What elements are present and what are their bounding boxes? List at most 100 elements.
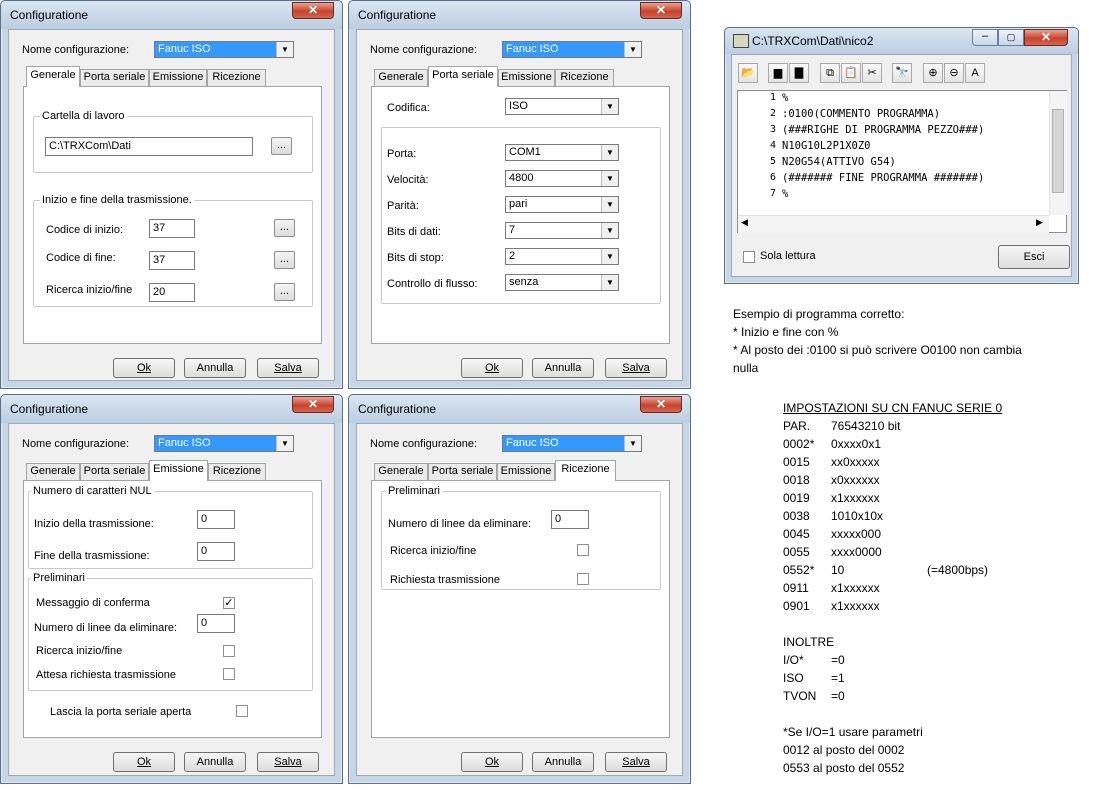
ok-button[interactable]: Ok: [461, 358, 523, 378]
chevron-down-icon[interactable]: ▼: [601, 249, 618, 264]
editor-close-button[interactable]: ✕: [1024, 29, 1068, 46]
bits-dati-select[interactable]: 7 ▼: [505, 222, 619, 239]
annulla-button[interactable]: Annulla: [184, 358, 246, 378]
tab-generale[interactable]: Generale: [26, 463, 80, 480]
tab-ricezione[interactable]: Ricezione: [207, 69, 266, 86]
zoom-out-icon[interactable]: ⊖: [944, 63, 964, 83]
flusso-select[interactable]: senza ▼: [505, 274, 619, 291]
font-icon[interactable]: A: [965, 63, 985, 83]
chevron-down-icon[interactable]: ▼: [601, 99, 618, 114]
ok-button[interactable]: Ok: [113, 752, 175, 772]
work-path-input[interactable]: C:\TRXCom\Dati: [45, 137, 253, 156]
linee-input[interactable]: 0: [197, 614, 235, 633]
conferma-checkbox[interactable]: ✓: [223, 597, 235, 609]
open-folder-icon[interactable]: 📂: [738, 63, 758, 83]
group-nul-title: Numero di caratteri NUL: [31, 485, 154, 497]
example-line: Esempio di programma corretto:: [733, 307, 905, 321]
save-as-icon[interactable]: ▇: [789, 63, 809, 83]
tab-ricezione[interactable]: Ricezione: [555, 69, 614, 86]
tab-emissione[interactable]: Emissione: [149, 69, 207, 86]
chevron-down-icon[interactable]: ▼: [276, 436, 293, 451]
close-button[interactable]: ✕: [640, 396, 682, 413]
tab-porta-seriale[interactable]: Porta seriale: [80, 69, 149, 86]
salva-label: Salva: [274, 756, 302, 768]
horizontal-scrollbar[interactable]: ◀ ▶: [738, 215, 1049, 233]
vertical-scrollbar[interactable]: [1049, 91, 1067, 215]
config-name-select[interactable]: Fanuc ISO ▼: [154, 41, 294, 58]
save-icon[interactable]: ▆: [768, 63, 788, 83]
annulla-button[interactable]: Annulla: [532, 358, 594, 378]
tab-generale[interactable]: Generale: [26, 66, 80, 87]
chevron-down-icon[interactable]: ▼: [601, 145, 618, 160]
ricerca-checkbox[interactable]: [223, 645, 235, 657]
chevron-right-icon[interactable]: ▶: [1036, 217, 1043, 228]
salva-button[interactable]: Salva: [605, 752, 667, 772]
tab-emissione[interactable]: Emissione: [498, 69, 555, 86]
tab-porta-seriale[interactable]: Porta seriale: [80, 463, 149, 480]
end-code-button[interactable]: ...: [274, 251, 295, 269]
minimize-button[interactable]: –: [972, 29, 998, 46]
chevron-down-icon[interactable]: ▼: [276, 42, 293, 57]
chevron-left-icon[interactable]: ◀: [741, 217, 748, 228]
linee-input[interactable]: 0: [551, 510, 589, 529]
attesa-checkbox[interactable]: [223, 668, 235, 680]
start-code-button[interactable]: ...: [274, 219, 295, 237]
codifica-select[interactable]: ISO ▼: [505, 98, 619, 115]
nul-end-input[interactable]: 0: [197, 542, 235, 561]
tab-porta-seriale[interactable]: Porta seriale: [428, 66, 498, 87]
scroll-thumb[interactable]: [1052, 109, 1064, 193]
ricerca-checkbox[interactable]: [577, 544, 589, 556]
close-button[interactable]: ✕: [292, 2, 334, 19]
tab-porta-seriale[interactable]: Porta seriale: [428, 463, 497, 480]
tab-emissione[interactable]: Emissione: [149, 460, 208, 481]
ok-button[interactable]: Ok: [461, 752, 523, 772]
cut-icon[interactable]: ✂: [862, 63, 882, 83]
annulla-button[interactable]: Annulla: [532, 752, 594, 772]
exit-button[interactable]: Esci: [998, 245, 1070, 269]
config-name-select[interactable]: Fanuc ISO ▼: [502, 41, 642, 58]
nul-start-input[interactable]: 0: [197, 510, 235, 529]
chevron-down-icon[interactable]: ▼: [624, 436, 641, 451]
close-button[interactable]: ✕: [640, 2, 682, 19]
salva-button[interactable]: Salva: [257, 358, 319, 378]
annulla-button[interactable]: Annulla: [184, 752, 246, 772]
search-input[interactable]: 20: [149, 283, 195, 302]
code-editor[interactable]: 1 2 3 4 5 6 7 % :0100(COMMENTO PROGRAMMA…: [737, 90, 1067, 233]
start-code-input[interactable]: 37: [149, 219, 195, 238]
chevron-down-icon[interactable]: ▼: [601, 223, 618, 238]
tab-ricezione[interactable]: Ricezione: [208, 463, 266, 480]
maximize-button[interactable]: ▢: [998, 29, 1024, 46]
tab-emissione[interactable]: Emissione: [497, 463, 555, 480]
chevron-down-icon[interactable]: ▼: [624, 42, 641, 57]
richiesta-label: Richiesta trasmissione: [390, 574, 501, 586]
paste-icon[interactable]: 📋: [841, 63, 861, 83]
richiesta-checkbox[interactable]: [577, 573, 589, 585]
end-code-input[interactable]: 37: [149, 251, 195, 270]
config-name-select[interactable]: Fanuc ISO ▼: [154, 435, 294, 452]
chevron-down-icon[interactable]: ▼: [601, 171, 618, 186]
tab-generale[interactable]: Generale: [374, 69, 428, 86]
parita-select[interactable]: pari ▼: [505, 196, 619, 213]
chevron-down-icon[interactable]: ▼: [601, 275, 618, 290]
config-name-select[interactable]: Fanuc ISO ▼: [502, 435, 642, 452]
parita-value: pari: [509, 198, 528, 210]
chevron-down-icon[interactable]: ▼: [601, 197, 618, 212]
config-name-value: Fanuc ISO: [506, 43, 559, 55]
copy-icon[interactable]: ⧉: [820, 63, 840, 83]
salva-button[interactable]: Salva: [257, 752, 319, 772]
bits-stop-select[interactable]: 2 ▼: [505, 248, 619, 265]
zoom-in-icon[interactable]: ⊕: [923, 63, 943, 83]
readonly-checkbox[interactable]: [743, 251, 755, 263]
lascia-checkbox[interactable]: [236, 705, 248, 717]
velocita-select[interactable]: 4800 ▼: [505, 170, 619, 187]
salva-button[interactable]: Salva: [605, 358, 667, 378]
tab-generale[interactable]: Generale: [374, 463, 428, 480]
browse-folder-button[interactable]: ...: [271, 137, 292, 155]
tab-panel: Numero di caratteri NUL Inizio della tra…: [23, 480, 322, 738]
tab-ricezione[interactable]: Ricezione: [555, 460, 616, 481]
porta-select[interactable]: COM1 ▼: [505, 144, 619, 161]
search-button[interactable]: ...: [274, 283, 295, 301]
close-button[interactable]: ✕: [292, 396, 334, 413]
find-icon[interactable]: 🔭: [892, 63, 912, 83]
ok-button[interactable]: Ok: [113, 358, 175, 378]
